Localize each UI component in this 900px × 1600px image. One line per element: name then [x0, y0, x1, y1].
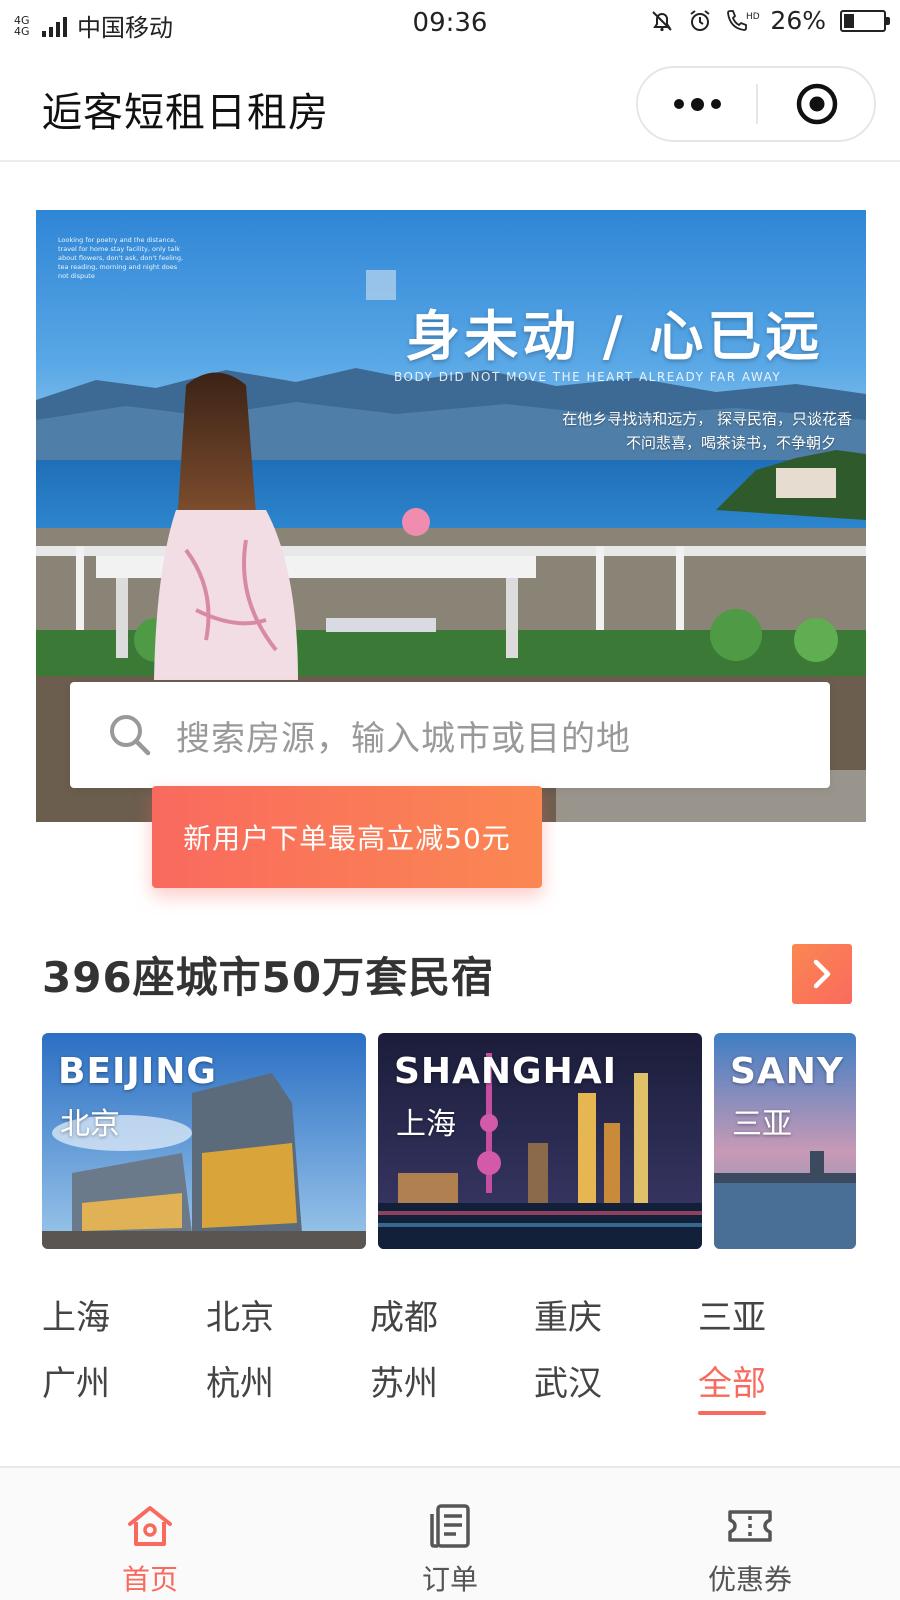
- search-input[interactable]: 搜索房源，输入城市或目的地: [70, 682, 830, 788]
- tab-coupons[interactable]: 优惠券: [600, 1468, 900, 1600]
- tab-label: 首页: [121, 1563, 178, 1596]
- navigation-bar: 逅客短租日租房: [0, 52, 900, 162]
- promo-text: 新用户下单最高立减50元: [183, 822, 511, 855]
- city-card-cn: 北京: [60, 1107, 120, 1142]
- city-card-shanghai[interactable]: SHANGHAI 上海: [378, 1033, 702, 1249]
- tab-home[interactable]: 首页: [0, 1468, 300, 1600]
- target-close-icon[interactable]: [758, 68, 876, 140]
- more-dots-icon[interactable]: [638, 68, 756, 140]
- city-link[interactable]: 苏州: [370, 1356, 534, 1422]
- search-placeholder: 搜索房源，输入城市或目的地: [176, 718, 631, 759]
- banner-tagline-1: 在他乡寻找诗和远方， 探寻民宿，只谈花香: [562, 410, 852, 428]
- alarm-icon: [686, 7, 714, 35]
- page-title: 逅客短租日租房: [42, 90, 329, 136]
- city-card-cn: 上海: [396, 1107, 456, 1142]
- city-link[interactable]: 武汉: [534, 1356, 698, 1422]
- status-right: HD 26%: [648, 6, 890, 35]
- order-list-icon: [430, 1504, 470, 1548]
- battery-icon: [840, 9, 890, 32]
- city-link[interactable]: 上海: [42, 1290, 206, 1356]
- city-link[interactable]: 重庆: [534, 1290, 698, 1356]
- city-card-beijing[interactable]: BEIJING 北京: [42, 1033, 366, 1249]
- hd-call-icon: HD: [724, 7, 760, 35]
- city-card-en: BEIJING: [58, 1051, 217, 1092]
- city-card-carousel[interactable]: BEIJING 北京 SHANGHAI 上海 SANY 三亚: [42, 1033, 856, 1249]
- city-card-sanya[interactable]: SANY 三亚: [714, 1033, 856, 1249]
- new-user-promo-button[interactable]: 新用户下单最高立减50元: [152, 786, 542, 888]
- tab-orders[interactable]: 订单: [300, 1468, 600, 1600]
- chevron-right-icon[interactable]: [792, 944, 852, 1004]
- city-link[interactable]: 广州: [42, 1356, 206, 1422]
- status-bar: 4G 4G 中国移动 09:36 HD 26%: [0, 0, 900, 48]
- banner-tagline-2: 不问悲喜，喝茶读书，不争朝夕: [625, 434, 836, 452]
- city-card-en: SHANGHAI: [394, 1051, 617, 1092]
- banner-small-text: Looking for poetry and the distance, tra…: [58, 236, 184, 280]
- banner-subtitle-en: BODY DID NOT MOVE THE HEART ALREADY FAR …: [394, 370, 782, 384]
- mini-program-capsule: [636, 66, 876, 142]
- bottom-tab-bar: 首页 订单 优惠券: [0, 1466, 900, 1600]
- svg-text:HD: HD: [746, 12, 760, 22]
- city-card-en: SANY: [730, 1051, 844, 1092]
- city-link[interactable]: 三亚: [698, 1290, 862, 1356]
- tab-label: 优惠券: [707, 1563, 792, 1596]
- city-link[interactable]: 成都: [370, 1290, 534, 1356]
- city-card-cn: 三亚: [732, 1107, 792, 1142]
- all-cities-link[interactable]: 全部: [698, 1356, 862, 1422]
- city-row: 广州 杭州 苏州 武汉 全部: [42, 1356, 862, 1422]
- coupon-icon: [728, 1510, 772, 1542]
- banner-headline: 身未动 / 心已远: [406, 305, 824, 368]
- city-link[interactable]: 杭州: [206, 1356, 370, 1422]
- city-row: 上海 北京 成都 重庆 三亚: [42, 1290, 862, 1356]
- tab-label: 订单: [421, 1563, 478, 1596]
- silent-bell-icon: [648, 7, 676, 35]
- city-link[interactable]: 北京: [206, 1290, 370, 1356]
- section-title: 396座城市50万套民宿: [42, 953, 495, 1002]
- home-icon: [128, 1506, 172, 1546]
- battery-percent: 26%: [770, 6, 826, 35]
- city-grid: 上海 北京 成都 重庆 三亚 广州 杭州 苏州 武汉 全部: [42, 1290, 862, 1422]
- search-icon: [110, 715, 151, 756]
